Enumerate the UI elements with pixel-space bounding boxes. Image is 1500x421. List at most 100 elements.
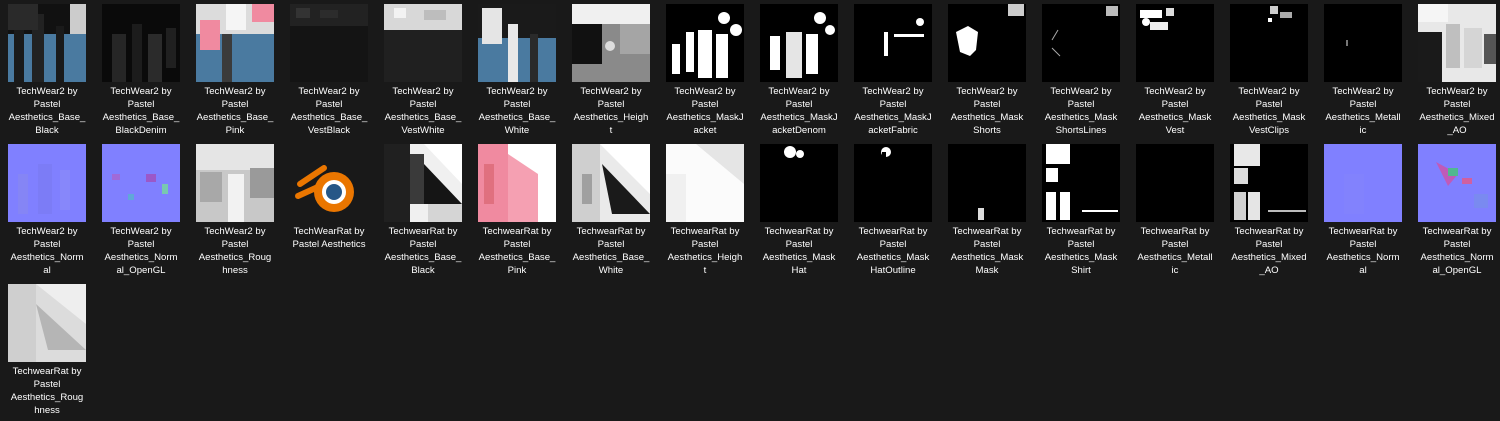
file-name: TechWear2 by Pastel Aesthetics_Norm al_O… <box>104 226 178 276</box>
file-item[interactable]: TechWear2 by Pastel Aesthetics_Base_ Ves… <box>282 0 376 138</box>
file-name: TechwearRat by Pastel Aesthetics_Base_ W… <box>572 226 650 276</box>
file-item[interactable]: TechWear2 by Pastel Aesthetics_MaskJ ack… <box>658 0 752 138</box>
file-name: TechWear2 by Pastel Aesthetics_Base_ Pin… <box>196 86 274 136</box>
texture-thumbnail-rat-base-black-icon <box>384 144 462 222</box>
texture-thumbnail-metallic-icon <box>1324 4 1402 82</box>
file-item[interactable]: TechwearRat by Pastel Aesthetics_Mask Ha… <box>752 140 846 278</box>
texture-thumbnail-rat-maskhatoutline-icon <box>854 144 932 222</box>
file-explorer-grid: TechWear2 by Pastel Aesthetics_Base_ Bla… <box>0 0 1500 421</box>
file-item[interactable]: TechwearRat by Pastel Aesthetics_Heigh t <box>658 140 752 278</box>
texture-thumbnail-maskjacket-icon <box>666 4 744 82</box>
texture-thumbnail-rat-maskmask-icon <box>948 144 1026 222</box>
file-item[interactable]: TechWear2 by Pastel Aesthetics_Norm al_O… <box>94 140 188 278</box>
file-name: TechWear2 by Pastel Aesthetics_MaskJ ack… <box>760 86 838 136</box>
file-item[interactable]: TechwearRat by Pastel Aesthetics_Mask Sh… <box>1034 140 1128 278</box>
file-name: TechWear2 by Pastel Aesthetics_MaskJ ack… <box>666 86 744 136</box>
file-item[interactable]: TechwearRat by Pastel Aesthetics_Metall … <box>1128 140 1222 278</box>
file-item[interactable]: TechWear2 by Pastel Aesthetics_MaskJ ack… <box>846 0 940 138</box>
file-item[interactable]: TechwearRat by Pastel Aesthetics_Base_ B… <box>376 140 470 278</box>
texture-thumbnail-roughness-icon <box>196 144 274 222</box>
file-name: TechwearRat by Pastel Aesthetics_Mask Ma… <box>950 226 1024 276</box>
file-item[interactable]: TechWear2 by Pastel Aesthetics_Mask Shor… <box>940 0 1034 138</box>
file-name: TechwearRat by Pastel Aesthetics_Base_ P… <box>478 226 556 276</box>
file-item[interactable]: TechWear2 by Pastel Aesthetics_Mixed _AO <box>1410 0 1500 138</box>
texture-thumbnail-rat-normal-opengl-icon <box>1418 144 1496 222</box>
texture-thumbnail-rat-base-white-icon <box>572 144 650 222</box>
file-name: TechWear2 by Pastel Aesthetics_Base_ Bla… <box>8 86 86 136</box>
texture-thumbnail-rat-normal-icon <box>1324 144 1402 222</box>
texture-thumbnail-rat-height-icon <box>666 144 744 222</box>
texture-thumbnail-base-black-icon <box>8 4 86 82</box>
file-name: TechWear2 by Pastel Aesthetics_Base_ Bla… <box>102 86 180 136</box>
file-name: TechwearRat by Pastel Aesthetics_Mask Sh… <box>1044 226 1118 276</box>
file-name: TechWear2 by Pastel Aesthetics_Mixed _AO <box>1419 86 1495 136</box>
texture-thumbnail-maskjacketfabric-icon <box>854 4 932 82</box>
texture-thumbnail-maskshorts-icon <box>948 4 1026 82</box>
file-name: TechwearRat by Pastel Aesthetics_Roug hn… <box>10 366 84 416</box>
texture-thumbnail-normal-opengl-icon <box>102 144 180 222</box>
file-name: TechWear2 by Pastel Aesthetics_Metall ic <box>1325 86 1401 136</box>
file-item[interactable]: TechWearRat by Pastel Aesthetics <box>282 140 376 278</box>
file-name: TechwearRat by Pastel Aesthetics_Mixed _… <box>1231 226 1307 276</box>
file-item[interactable]: TechWear2 by Pastel Aesthetics_Mask Vest… <box>1222 0 1316 138</box>
file-name: TechwearRat by Pastel Aesthetics_Norm al… <box>1420 226 1494 276</box>
texture-thumbnail-maskvest-icon <box>1136 4 1214 82</box>
file-item[interactable]: TechwearRat by Pastel Aesthetics_Norm al… <box>1410 140 1500 278</box>
texture-thumbnail-rat-maskshirt-icon <box>1042 144 1120 222</box>
file-name: TechWear2 by Pastel Aesthetics_Base_ Ves… <box>384 86 462 136</box>
file-name: TechWear2 by Pastel Aesthetics_Roug hnes… <box>198 226 272 276</box>
texture-thumbnail-base-white-icon <box>478 4 556 82</box>
texture-thumbnail-base-blackdenim-icon <box>102 4 180 82</box>
file-name: TechwearRat by Pastel Aesthetics_Heigh t <box>667 226 743 276</box>
file-item[interactable]: TechwearRat by Pastel Aesthetics_Mask Ma… <box>940 140 1034 278</box>
texture-thumbnail-rat-base-pink-icon <box>478 144 556 222</box>
file-item[interactable]: TechWear2 by Pastel Aesthetics_Metall ic <box>1316 0 1410 138</box>
texture-thumbnail-maskjacketdenom-icon <box>760 4 838 82</box>
file-name: TechWear2 by Pastel Aesthetics_MaskJ ack… <box>854 86 932 136</box>
file-item[interactable]: TechWear2 by Pastel Aesthetics_Base_ Bla… <box>94 0 188 138</box>
file-name: TechWear2 by Pastel Aesthetics_Base_ Ves… <box>290 86 368 136</box>
file-name: TechWear2 by Pastel Aesthetics_Mask Vest <box>1138 86 1212 136</box>
file-name: TechWear2 by Pastel Aesthetics_Mask Shor… <box>1044 86 1118 136</box>
file-item[interactable]: TechwearRat by Pastel Aesthetics_Norm al <box>1316 140 1410 278</box>
file-name: TechwearRat by Pastel Aesthetics_Mask Ha… <box>856 226 930 276</box>
file-name: TechWear2 by Pastel Aesthetics_Mask Vest… <box>1232 86 1306 136</box>
file-item[interactable]: TechwearRat by Pastel Aesthetics_Roug hn… <box>0 280 94 418</box>
file-item[interactable]: TechWear2 by Pastel Aesthetics_Heigh t <box>564 0 658 138</box>
file-name: TechWear2 by Pastel Aesthetics_Norm al <box>10 226 84 276</box>
file-item[interactable]: TechWear2 by Pastel Aesthetics_Base_ Ves… <box>376 0 470 138</box>
texture-thumbnail-rat-metallic-icon <box>1136 144 1214 222</box>
texture-thumbnail-maskshortslines-icon <box>1042 4 1120 82</box>
file-item[interactable]: TechwearRat by Pastel Aesthetics_Base_ P… <box>470 140 564 278</box>
file-item[interactable]: TechWear2 by Pastel Aesthetics_Base_ Bla… <box>0 0 94 138</box>
texture-thumbnail-mixed-ao-icon <box>1418 4 1496 82</box>
texture-thumbnail-height-icon <box>572 4 650 82</box>
file-item[interactable]: TechWear2 by Pastel Aesthetics_Base_ Pin… <box>188 0 282 138</box>
file-item[interactable]: TechwearRat by Pastel Aesthetics_Base_ W… <box>564 140 658 278</box>
texture-thumbnail-base-pink-icon <box>196 4 274 82</box>
file-item[interactable]: TechWear2 by Pastel Aesthetics_MaskJ ack… <box>752 0 846 138</box>
file-name: TechWear2 by Pastel Aesthetics_Heigh t <box>573 86 649 136</box>
file-item[interactable]: TechWear2 by Pastel Aesthetics_Roug hnes… <box>188 140 282 278</box>
texture-thumbnail-rat-roughness-icon <box>8 284 86 362</box>
file-item[interactable]: TechWear2 by Pastel Aesthetics_Mask Vest <box>1128 0 1222 138</box>
texture-thumbnail-base-vestwhite-icon <box>384 4 462 82</box>
file-item[interactable]: TechWear2 by Pastel Aesthetics_Mask Shor… <box>1034 0 1128 138</box>
texture-thumbnail-rat-mixed-ao-icon <box>1230 144 1308 222</box>
file-name: TechwearRat by Pastel Aesthetics_Metall … <box>1137 226 1213 276</box>
texture-thumbnail-base-vestblack-icon <box>290 4 368 82</box>
file-item[interactable]: TechWear2 by Pastel Aesthetics_Base_ Whi… <box>470 0 564 138</box>
file-name: TechwearRat by Pastel Aesthetics_Mask Ha… <box>762 226 836 276</box>
file-item[interactable]: TechWear2 by Pastel Aesthetics_Norm al <box>0 140 94 278</box>
file-name: TechWearRat by Pastel Aesthetics <box>292 226 366 250</box>
file-name: TechwearRat by Pastel Aesthetics_Base_ B… <box>384 226 462 276</box>
texture-thumbnail-rat-maskhat-icon <box>760 144 838 222</box>
file-name: TechWear2 by Pastel Aesthetics_Base_ Whi… <box>478 86 556 136</box>
file-name: TechWear2 by Pastel Aesthetics_Mask Shor… <box>950 86 1024 136</box>
file-item[interactable]: TechwearRat by Pastel Aesthetics_Mixed _… <box>1222 140 1316 278</box>
blender-icon <box>290 144 368 222</box>
file-name: TechwearRat by Pastel Aesthetics_Norm al <box>1326 226 1400 276</box>
texture-thumbnail-maskvestclips-icon <box>1230 4 1308 82</box>
file-item[interactable]: TechwearRat by Pastel Aesthetics_Mask Ha… <box>846 140 940 278</box>
texture-thumbnail-normal-icon <box>8 144 86 222</box>
